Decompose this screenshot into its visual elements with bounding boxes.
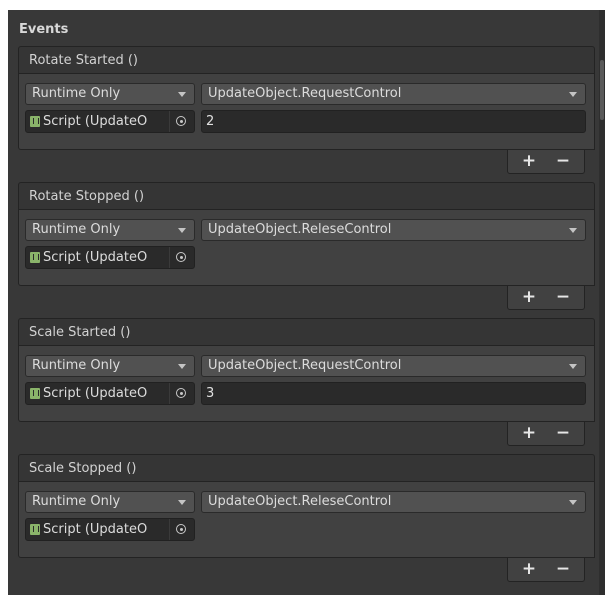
- runtime-mode-value: Runtime Only: [32, 86, 121, 101]
- runtime-mode-value: Runtime Only: [32, 358, 121, 373]
- scrollbar-thumb[interactable]: [600, 60, 604, 120]
- target-object-field[interactable]: Script (UpdateO: [25, 110, 195, 133]
- target-object-label: Script (UpdateO: [43, 386, 148, 401]
- script-icon: [30, 116, 40, 127]
- object-picker-icon[interactable]: [169, 519, 194, 540]
- function-dropdown[interactable]: UpdateObject.ReleseControl: [201, 219, 586, 241]
- event-listener-entry: Runtime Only UpdateObject.ReleseControl …: [18, 210, 595, 286]
- object-picker-icon[interactable]: [169, 247, 194, 268]
- runtime-mode-dropdown[interactable]: Runtime Only: [25, 219, 195, 241]
- chevron-down-icon: [178, 500, 186, 505]
- add-listener-button[interactable]: +: [514, 150, 544, 172]
- add-listener-button[interactable]: +: [514, 558, 544, 580]
- function-value: UpdateObject.RequestControl: [208, 358, 402, 373]
- event-header: Rotate Started (): [18, 46, 595, 74]
- target-object-label: Script (UpdateO: [43, 522, 148, 537]
- add-listener-button[interactable]: +: [514, 422, 544, 444]
- add-listener-button[interactable]: +: [514, 286, 544, 308]
- chevron-down-icon: [178, 92, 186, 97]
- chevron-down-icon: [569, 500, 577, 505]
- scrollbar[interactable]: [599, 10, 605, 595]
- script-icon: [30, 524, 40, 535]
- object-picker-icon[interactable]: [169, 111, 194, 132]
- function-dropdown[interactable]: UpdateObject.RequestControl: [201, 355, 586, 377]
- target-object-field[interactable]: Script (UpdateO: [25, 382, 195, 405]
- event-scale-stopped: Scale Stopped () Runtime Only UpdateObje…: [18, 454, 595, 582]
- function-dropdown[interactable]: UpdateObject.ReleseControl: [201, 491, 586, 513]
- event-header: Rotate Stopped (): [18, 182, 595, 210]
- argument-input[interactable]: 2: [201, 110, 586, 133]
- event-rotate-started: Rotate Started () Runtime Only UpdateObj…: [18, 46, 595, 174]
- chevron-down-icon: [178, 364, 186, 369]
- target-object-label: Script (UpdateO: [43, 250, 148, 265]
- function-value: UpdateObject.ReleseControl: [208, 494, 392, 509]
- list-footer: + −: [507, 558, 585, 582]
- runtime-mode-dropdown[interactable]: Runtime Only: [25, 83, 195, 105]
- function-value: UpdateObject.ReleseControl: [208, 222, 392, 237]
- runtime-mode-value: Runtime Only: [32, 494, 121, 509]
- inspector-panel: Events Rotate Started () Runtime Only Up…: [8, 10, 605, 595]
- event-rotate-stopped: Rotate Stopped () Runtime Only UpdateObj…: [18, 182, 595, 310]
- runtime-mode-dropdown[interactable]: Runtime Only: [25, 491, 195, 513]
- event-listener-entry: Runtime Only UpdateObject.RequestControl…: [18, 346, 595, 422]
- chevron-down-icon: [569, 364, 577, 369]
- remove-listener-button[interactable]: −: [548, 286, 578, 308]
- object-picker-icon[interactable]: [169, 383, 194, 404]
- list-footer: + −: [507, 422, 585, 446]
- event-scale-started: Scale Started () Runtime Only UpdateObje…: [18, 318, 595, 446]
- list-footer: + −: [507, 150, 585, 174]
- event-header: Scale Started (): [18, 318, 595, 346]
- target-object-label: Script (UpdateO: [43, 114, 148, 129]
- event-header: Scale Stopped (): [18, 454, 595, 482]
- script-icon: [30, 252, 40, 263]
- remove-listener-button[interactable]: −: [548, 150, 578, 172]
- script-icon: [30, 388, 40, 399]
- chevron-down-icon: [569, 92, 577, 97]
- target-object-field[interactable]: Script (UpdateO: [25, 518, 195, 541]
- target-object-field[interactable]: Script (UpdateO: [25, 246, 195, 269]
- section-title: Events: [19, 22, 69, 37]
- chevron-down-icon: [178, 228, 186, 233]
- event-listener-entry: Runtime Only UpdateObject.RequestControl…: [18, 74, 595, 150]
- runtime-mode-dropdown[interactable]: Runtime Only: [25, 355, 195, 377]
- remove-listener-button[interactable]: −: [548, 422, 578, 444]
- chevron-down-icon: [569, 228, 577, 233]
- event-listener-entry: Runtime Only UpdateObject.ReleseControl …: [18, 482, 595, 558]
- argument-input[interactable]: 3: [201, 382, 586, 405]
- list-footer: + −: [507, 286, 585, 310]
- runtime-mode-value: Runtime Only: [32, 222, 121, 237]
- function-dropdown[interactable]: UpdateObject.RequestControl: [201, 83, 586, 105]
- remove-listener-button[interactable]: −: [548, 558, 578, 580]
- function-value: UpdateObject.RequestControl: [208, 86, 402, 101]
